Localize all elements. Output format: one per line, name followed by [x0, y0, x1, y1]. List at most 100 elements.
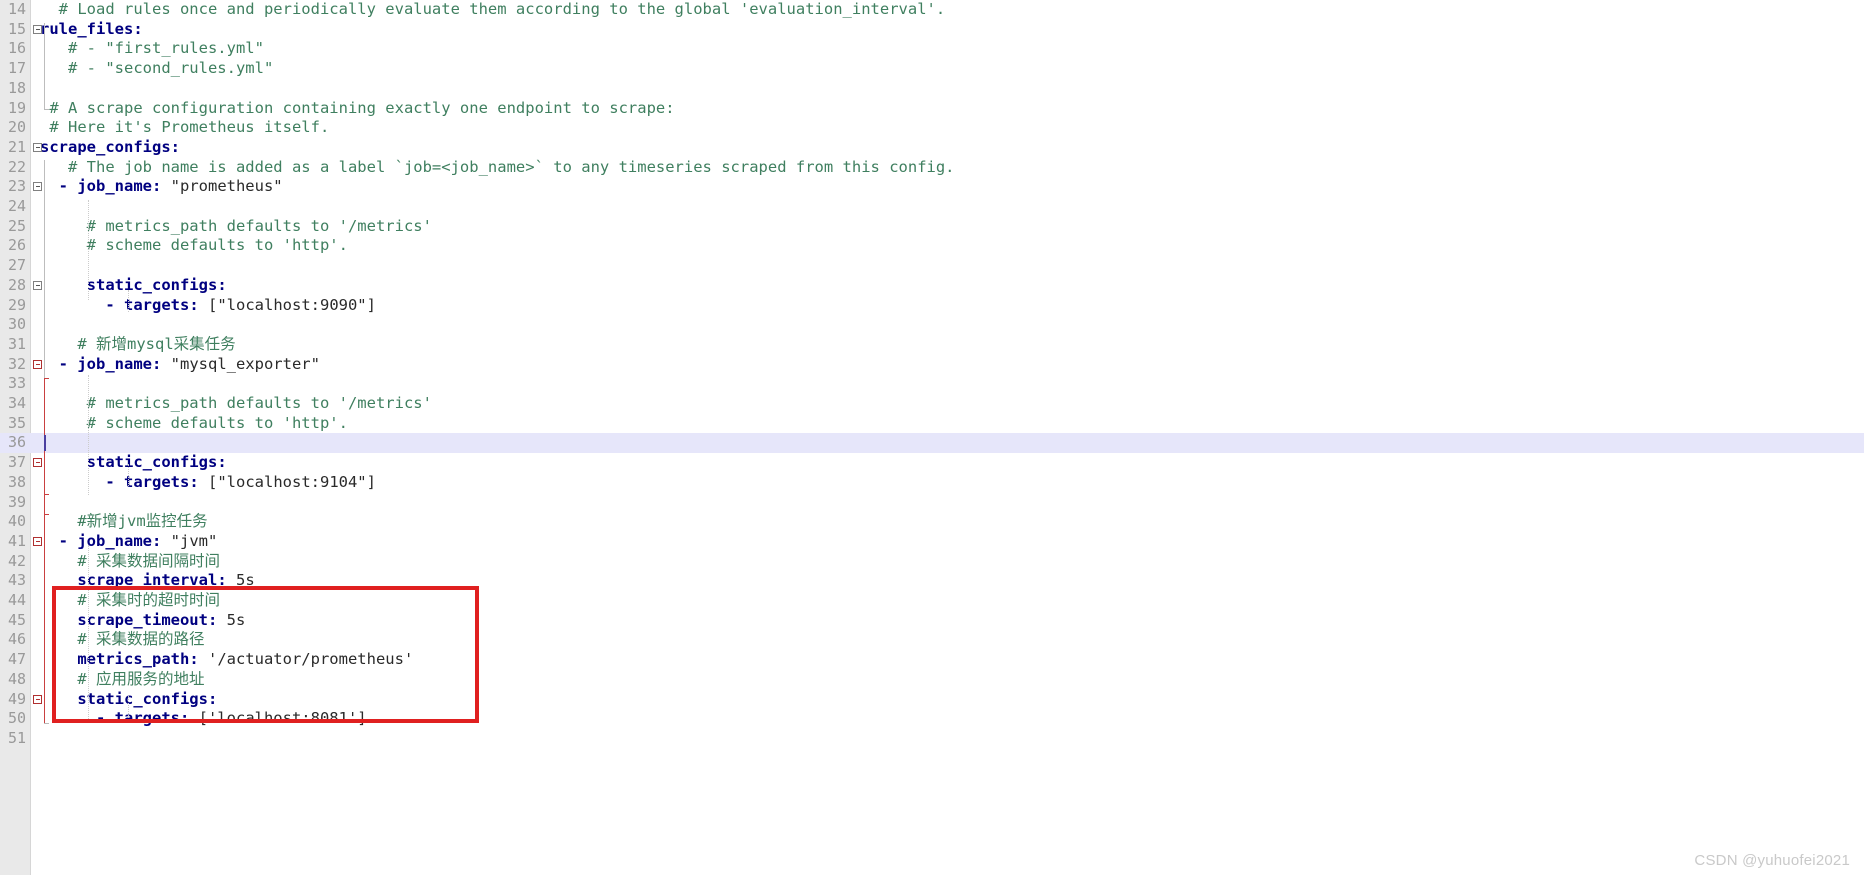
- code-line[interactable]: 37 static_configs:: [0, 453, 1864, 473]
- code-line[interactable]: 28 static_configs:: [0, 276, 1864, 296]
- code-text[interactable]: # scheme defaults to 'http'.: [40, 414, 348, 434]
- code-text[interactable]: rule_files:: [40, 20, 143, 40]
- code-text[interactable]: # The job name is added as a label `job=…: [40, 158, 955, 178]
- fold-toggle-icon[interactable]: [33, 182, 42, 192]
- fold-toggle-icon[interactable]: [33, 280, 42, 290]
- code-line[interactable]: 50 - targets: ['localhost:8081']: [0, 709, 1864, 729]
- code-line[interactable]: 18: [0, 79, 1864, 99]
- line-number: 41: [7, 531, 26, 550]
- code-token: :: [179, 709, 199, 728]
- code-text[interactable]: metrics_path: '/actuator/prometheus': [40, 650, 413, 670]
- code-text[interactable]: - job_name: "prometheus": [40, 177, 283, 197]
- code-token: :: [217, 571, 236, 590]
- fold-tick-39: [44, 494, 49, 495]
- line-number: 34: [7, 394, 26, 412]
- code-text[interactable]: static_configs:: [40, 276, 227, 296]
- line-number: 39: [7, 492, 26, 511]
- code-line[interactable]: 22 # The job name is added as a label `j…: [0, 158, 1864, 178]
- line-number: 23: [7, 177, 26, 196]
- fold-toggle-icon[interactable]: [33, 536, 42, 546]
- code-line[interactable]: 21 scrape_configs:: [0, 138, 1864, 158]
- code-text[interactable]: scrape_timeout: 5s: [40, 611, 245, 631]
- code-text[interactable]: - targets: ["localhost:9104"]: [40, 473, 376, 493]
- code-line[interactable]: 42 # 采集数据间隔时间: [0, 552, 1864, 572]
- code-line[interactable]: 34 # metrics_path defaults to '/metrics': [0, 394, 1864, 414]
- code-token: scrape_timeout: [40, 610, 208, 629]
- code-text[interactable]: # 应用服务的地址: [40, 670, 204, 690]
- fold-toggle-icon[interactable]: [33, 359, 42, 369]
- code-text[interactable]: - job_name: "jvm": [40, 531, 218, 552]
- code-token: "jvm": [170, 531, 218, 550]
- code-line[interactable]: 51: [0, 729, 1864, 749]
- code-token: :: [207, 610, 227, 629]
- code-text[interactable]: # - "first_rules.yml": [40, 39, 264, 59]
- line-number: 49: [7, 689, 26, 708]
- code-line[interactable]: 15 rule_files:: [0, 20, 1864, 40]
- code-line[interactable]: 30: [0, 315, 1864, 335]
- code-token: targets: [114, 709, 180, 728]
- code-text[interactable]: scrape_configs:: [40, 138, 180, 158]
- code-token: # metrics_path defaults to '/metrics': [40, 394, 432, 412]
- code-line[interactable]: 23 - job_name: "prometheus": [0, 177, 1864, 197]
- indent-guide-job-prometheus: [88, 200, 90, 300]
- code-line[interactable]: 27: [0, 256, 1864, 276]
- code-text[interactable]: - targets: ["localhost:9090"]: [40, 296, 376, 316]
- code-text[interactable]: # 采集数据间隔时间: [40, 552, 220, 572]
- code-text[interactable]: # metrics_path defaults to '/metrics': [40, 217, 432, 237]
- code-line[interactable]: 19 # A scrape configuration containing e…: [0, 99, 1864, 119]
- code-line[interactable]: 43 scrape_interval: 5s: [0, 571, 1864, 591]
- code-text[interactable]: # scheme defaults to 'http'.: [40, 236, 348, 256]
- code-text[interactable]: # - "second_rules.yml": [40, 59, 273, 79]
- code-line[interactable]: 44 # 采集时的超时时间: [0, 591, 1864, 611]
- code-line[interactable]: 32 - job_name: "mysql_exporter": [0, 355, 1864, 375]
- code-text[interactable]: scrape_interval: 5s: [40, 571, 254, 591]
- code-line[interactable]: 25 # metrics_path defaults to '/metrics': [0, 217, 1864, 237]
- line-number: 36: [7, 433, 26, 452]
- fold-toggle-icon[interactable]: [33, 24, 42, 34]
- code-line[interactable]: 14 # Load rules once and periodically ev…: [0, 0, 1864, 20]
- code-line[interactable]: 38 - targets: ["localhost:9104"]: [0, 473, 1864, 493]
- code-line[interactable]: 24: [0, 197, 1864, 217]
- fold-guide-scrape-configs: [44, 160, 45, 378]
- code-line[interactable]: 49 static_configs:: [0, 690, 1864, 710]
- fold-toggle-icon[interactable]: [33, 458, 42, 468]
- code-text[interactable]: # A scrape configuration containing exac…: [40, 99, 674, 119]
- code-text[interactable]: # metrics_path defaults to '/metrics': [40, 394, 432, 414]
- code-line[interactable]: 45 scrape_timeout: 5s: [0, 611, 1864, 631]
- code-token: targets: [124, 472, 190, 491]
- fold-toggle-icon[interactable]: [33, 694, 42, 704]
- code-line[interactable]: 41 - job_name: "jvm": [0, 532, 1864, 552]
- code-line[interactable]: 36: [0, 433, 1864, 454]
- code-line[interactable]: 47 metrics_path: '/actuator/prometheus': [0, 650, 1864, 670]
- code-line[interactable]: 33: [0, 374, 1864, 394]
- line-number: 45: [7, 610, 26, 629]
- line-number: 51: [7, 728, 26, 747]
- code-line[interactable]: 48 # 应用服务的地址: [0, 670, 1864, 690]
- text-caret: [44, 435, 46, 452]
- code-token: static_configs: [40, 689, 208, 708]
- code-line[interactable]: 39: [0, 493, 1864, 513]
- code-text[interactable]: # 采集时的超时时间: [40, 591, 220, 611]
- code-line[interactable]: 26 # scheme defaults to 'http'.: [0, 236, 1864, 256]
- code-line[interactable]: 29 - targets: ["localhost:9090"]: [0, 296, 1864, 316]
- fold-toggle-icon[interactable]: [33, 142, 42, 152]
- line-number: 43: [7, 571, 26, 590]
- code-line[interactable]: 46 # 采集数据的路径: [0, 630, 1864, 650]
- line-number: 38: [7, 472, 26, 491]
- code-text[interactable]: - job_name: "mysql_exporter": [40, 355, 320, 375]
- code-text[interactable]: # 新增mysql采集任务: [40, 335, 235, 355]
- code-token: '/actuator/prometheus': [207, 650, 414, 669]
- code-text[interactable]: # Here it's Prometheus itself.: [40, 118, 329, 138]
- code-editor[interactable]: 14 # Load rules once and periodically ev…: [0, 0, 1864, 875]
- code-line[interactable]: 35 # scheme defaults to 'http'.: [0, 414, 1864, 434]
- code-text[interactable]: static_configs:: [40, 453, 227, 473]
- code-text[interactable]: #新增jvm监控任务: [40, 512, 207, 532]
- code-token: # The job name is added as a label `job=…: [40, 157, 955, 176]
- code-text[interactable]: # 采集数据的路径: [40, 630, 204, 650]
- code-text[interactable]: # Load rules once and periodically evalu…: [40, 0, 946, 20]
- code-line[interactable]: 20 # Here it's Prometheus itself.: [0, 118, 1864, 138]
- code-line[interactable]: 31 # 新增mysql采集任务: [0, 335, 1864, 355]
- code-line[interactable]: 17 # - "second_rules.yml": [0, 59, 1864, 79]
- code-line[interactable]: 40 #新增jvm监控任务: [0, 512, 1864, 532]
- code-line[interactable]: 16 # - "first_rules.yml": [0, 39, 1864, 59]
